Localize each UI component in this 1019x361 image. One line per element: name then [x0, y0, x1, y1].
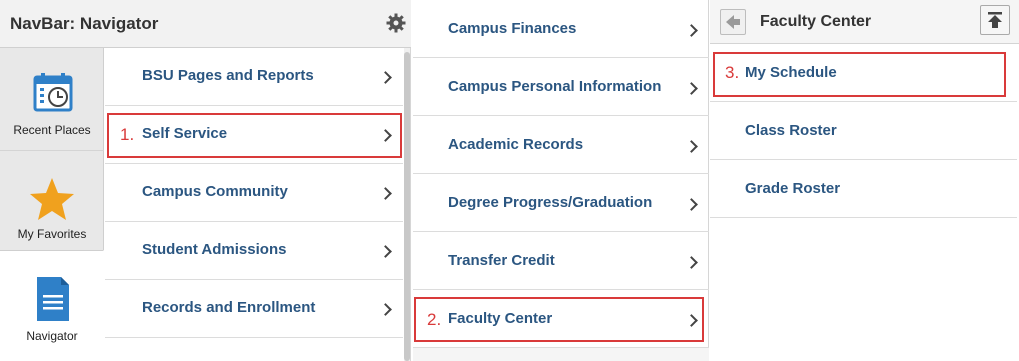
annotation-box-2 — [414, 297, 704, 342]
navbar-title: NavBar: Navigator — [10, 14, 159, 33]
chevron-right-icon — [379, 245, 392, 258]
menu-item-label: BSU Pages and Reports — [142, 67, 314, 84]
navigator-menu: BSU Pages and Reports Self Service Campu… — [105, 48, 403, 361]
rail-navigator-label: Navigator — [26, 329, 78, 343]
chevron-right-icon — [379, 303, 392, 316]
rail-recent-places-label: Recent Places — [13, 123, 91, 137]
annotation-box-1 — [107, 113, 402, 158]
back-arrow-icon — [726, 15, 740, 29]
menu-item-student-admissions[interactable]: Student Admissions — [105, 222, 403, 280]
chevron-right-icon — [685, 24, 698, 37]
menu-item-academic-records[interactable]: Academic Records — [413, 116, 709, 174]
faculty-center-header: Faculty Center — [710, 0, 1019, 44]
back-button[interactable] — [720, 9, 746, 35]
menu-item-label: Degree Progress/Graduation — [448, 194, 653, 211]
annotation-box-3 — [713, 52, 1006, 97]
menu-item-label: Class Roster — [745, 122, 837, 139]
menu-item-records-enrollment[interactable]: Records and Enrollment — [105, 280, 403, 338]
chevron-right-icon — [685, 198, 698, 211]
calendar-clock-icon — [33, 73, 73, 112]
move-to-top-button[interactable] — [980, 5, 1010, 35]
menu-item-campus-personal-information[interactable]: Campus Personal Information — [413, 58, 709, 116]
chevron-right-icon — [685, 256, 698, 269]
move-to-top-icon — [988, 12, 1002, 28]
menu-item-grade-roster[interactable]: Grade Roster — [710, 160, 1017, 218]
chevron-right-icon — [685, 82, 698, 95]
menu-item-label: Student Admissions — [142, 241, 287, 258]
menu-item-label: Grade Roster — [745, 180, 841, 197]
rail-navigator[interactable]: Navigator — [0, 250, 104, 361]
annotation-number-3: 3. — [725, 63, 740, 82]
menu-item-campus-community[interactable]: Campus Community — [105, 164, 403, 222]
menu-item-degree-progress[interactable]: Degree Progress/Graduation — [413, 174, 709, 232]
gear-icon[interactable] — [386, 13, 406, 33]
annotation-number-2: 2. — [427, 310, 442, 329]
menu-item-label: Campus Community — [142, 183, 288, 200]
chevron-right-icon — [379, 187, 392, 200]
rail-my-favorites-label: My Favorites — [17, 227, 87, 241]
rail-recent-places[interactable]: Recent Places — [0, 48, 104, 150]
navbar-rail: Recent Places My Favorites Navigator — [0, 48, 104, 361]
menu-item-transfer-credit[interactable]: Transfer Credit — [413, 232, 709, 290]
navbar-panel: NavBar: Navigator Recent Places My Favor… — [0, 0, 411, 361]
menu-item-label: Records and Enrollment — [142, 299, 316, 316]
document-icon — [37, 277, 69, 321]
rail-my-favorites[interactable]: My Favorites — [0, 150, 104, 250]
annotation-number-1: 1. — [120, 125, 135, 144]
navbar-header: NavBar: Navigator — [0, 0, 411, 48]
menu-item-label: Campus Finances — [448, 20, 577, 37]
menu-item-campus-finances[interactable]: Campus Finances — [413, 0, 709, 58]
chevron-right-icon — [685, 140, 698, 153]
navbar-scrollbar-thumb[interactable] — [404, 52, 410, 361]
submenu-footer — [413, 348, 709, 361]
menu-item-bsu-pages[interactable]: BSU Pages and Reports — [105, 48, 403, 106]
menu-item-label: Transfer Credit — [448, 252, 555, 269]
star-icon — [30, 178, 74, 220]
chevron-right-icon — [379, 71, 392, 84]
menu-item-label: Academic Records — [448, 136, 584, 153]
faculty-center-title: Faculty Center — [760, 13, 872, 30]
menu-item-label: Campus Personal Information — [448, 78, 662, 95]
menu-item-class-roster[interactable]: Class Roster — [710, 102, 1017, 160]
